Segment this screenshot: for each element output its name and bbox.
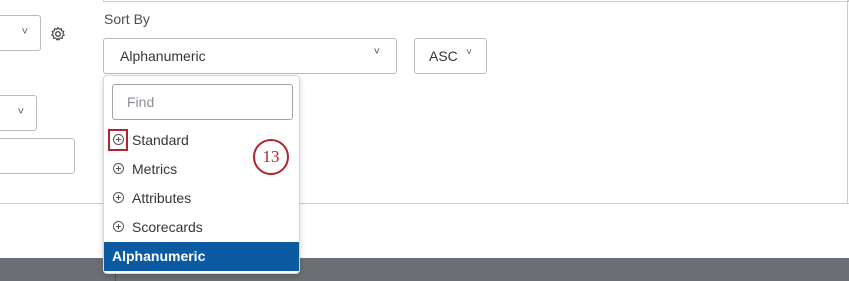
left-select-1[interactable]: ˅ [0, 15, 41, 51]
chevron-down-icon: ˅ [373, 46, 380, 58]
step-callout-badge: 13 [253, 139, 289, 175]
sort-field-value: Alphanumeric [120, 48, 206, 64]
highlight-box [108, 129, 128, 151]
divider-vertical [847, 0, 848, 204]
expand-plus-icon[interactable] [113, 163, 124, 174]
panel-border [103, 0, 849, 2]
sort-by-label: Sort By [104, 11, 150, 27]
option-alphanumeric[interactable]: Alphanumeric [104, 242, 299, 271]
expand-plus-icon[interactable] [113, 221, 124, 232]
group-label: Attributes [132, 190, 192, 206]
option-label: Alphanumeric [112, 248, 206, 264]
sort-order-select[interactable]: ASC ˅ [414, 38, 487, 74]
left-input[interactable] [0, 138, 75, 174]
group-label: Scorecards [132, 219, 203, 235]
gear-icon[interactable] [50, 26, 66, 42]
group-attributes[interactable]: Attributes [104, 184, 299, 213]
group-scorecards[interactable]: Scorecards [104, 213, 299, 242]
find-input[interactable]: Find [112, 84, 293, 120]
chevron-down-icon: ˅ [21, 26, 28, 38]
left-select-2[interactable]: ˅ [0, 95, 37, 131]
sort-order-value: ASC [429, 48, 458, 64]
chevron-down-icon: ˅ [466, 47, 472, 58]
sort-field-select[interactable]: Alphanumeric ˅ [103, 38, 397, 74]
expand-plus-icon[interactable] [113, 192, 124, 203]
chevron-down-icon: ˅ [17, 106, 24, 118]
group-label: Metrics [132, 161, 178, 177]
group-label: Standard [132, 132, 189, 148]
find-placeholder: Find [127, 94, 155, 110]
